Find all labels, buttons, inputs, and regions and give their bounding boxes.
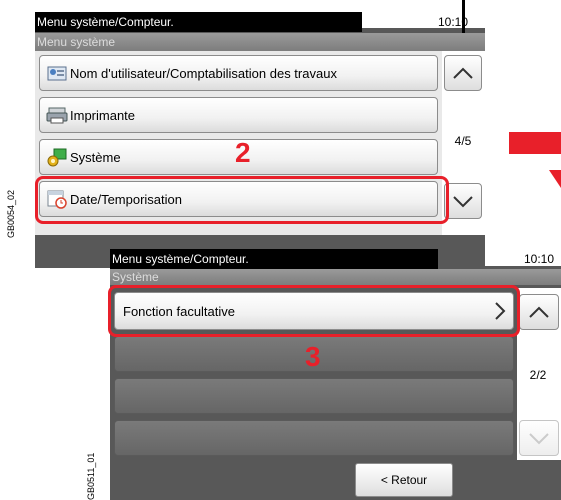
menu-item-label: Nom d'utilisateur/Comptabilisation des t… bbox=[70, 65, 337, 81]
panel2-bottom-bar bbox=[110, 460, 561, 500]
red-arrow bbox=[509, 132, 561, 154]
step-number-3: 3 bbox=[305, 341, 321, 372]
menu-item-user-accounting[interactable]: Nom d'utilisateur/Comptabilisation des t… bbox=[39, 55, 438, 91]
scroll-down-button[interactable] bbox=[519, 420, 559, 456]
back-button-label: < Retour bbox=[380, 473, 428, 487]
panel1-page-indicator: 4/5 bbox=[454, 134, 472, 148]
panel1-title: Menu système/Compteur. bbox=[37, 15, 174, 29]
scroll-down-button[interactable] bbox=[444, 183, 482, 219]
red-arrow-head bbox=[549, 170, 561, 188]
panel2-subheader-text: Système bbox=[112, 270, 159, 284]
chevron-up-icon bbox=[453, 67, 473, 79]
printer-icon bbox=[46, 104, 68, 126]
panel1-subheader-text: Menu système bbox=[37, 35, 116, 49]
chevron-up-icon bbox=[529, 306, 549, 318]
empty-row bbox=[114, 378, 514, 414]
menu-item-printer[interactable]: Imprimante bbox=[39, 97, 438, 133]
menu-item-label: Imprimante bbox=[70, 107, 136, 123]
panel2-subheader: Système bbox=[110, 269, 561, 285]
panel2-figure-code: GB0511_01 bbox=[86, 452, 96, 500]
scroll-up-button[interactable] bbox=[519, 294, 559, 330]
user-accounting-icon bbox=[46, 62, 68, 84]
highlight-optional-function bbox=[108, 285, 520, 337]
scroll-up-button[interactable] bbox=[444, 55, 482, 91]
menu-item-label: Système bbox=[70, 149, 121, 165]
empty-row bbox=[114, 420, 514, 456]
back-button[interactable]: < Retour bbox=[355, 463, 453, 497]
step-number-2: 2 bbox=[235, 137, 251, 168]
panel2-title-bar: Menu système/Compteur. bbox=[110, 249, 438, 269]
highlight-date-timer bbox=[35, 176, 449, 224]
panel1-subheader: Menu système bbox=[35, 33, 485, 51]
chevron-down-icon bbox=[453, 196, 473, 208]
panel2-page-indicator: 2/2 bbox=[529, 368, 547, 382]
system-icon bbox=[46, 146, 68, 168]
chevron-down-icon bbox=[529, 433, 549, 445]
panel1-title-bar: Menu système/Compteur. bbox=[35, 12, 362, 32]
panel1-figure-code: GB0054_02 bbox=[6, 189, 16, 238]
panel2-title: Menu système/Compteur. bbox=[112, 252, 249, 266]
panel2-clock: 10:10 bbox=[524, 252, 555, 266]
